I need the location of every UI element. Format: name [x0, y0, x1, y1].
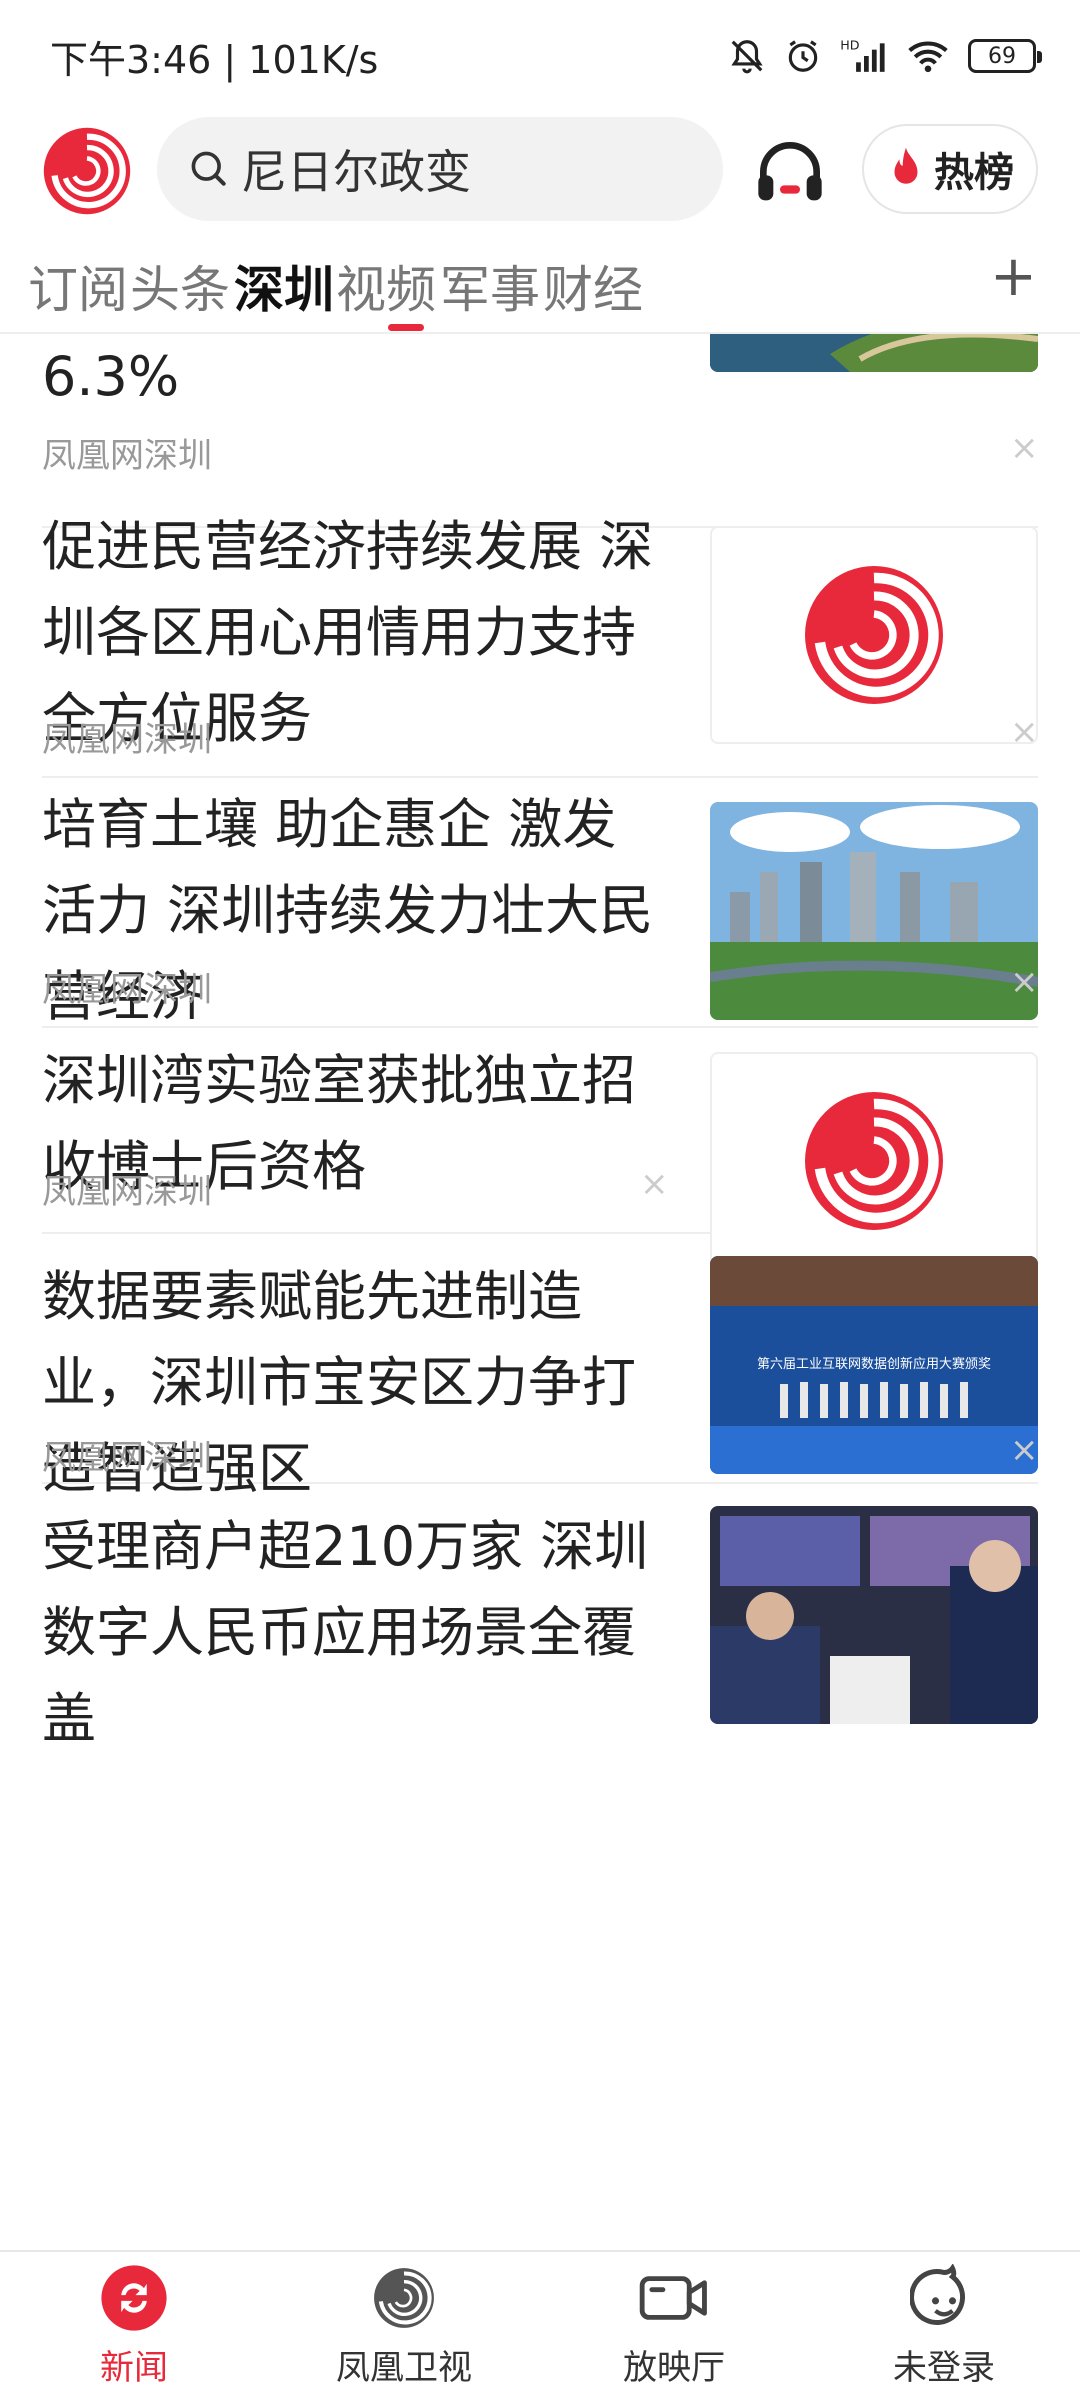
nav-phoenix-tv-label: 凤凰卫视 [336, 2348, 472, 2388]
search-placeholder: 尼日尔政变 [241, 145, 471, 199]
news-thumbnail [710, 802, 1038, 1020]
phoenix-logo-icon[interactable] [42, 126, 132, 216]
news-source: 凤凰网深圳 [42, 436, 212, 476]
dismiss-icon[interactable]: × [1010, 962, 1039, 1002]
tab-finance[interactable]: 财经 [543, 250, 643, 322]
refresh-icon [101, 2265, 167, 2331]
thumbnail-caption: 第六届工业互联网数据创新应用大赛颁奖 [757, 1356, 991, 1372]
phoenix-tv-icon [374, 2268, 434, 2328]
dismiss-icon[interactable]: × [1010, 428, 1039, 468]
nav-news-label: 新闻 [100, 2348, 168, 2388]
nav-cinema-label: 放映厅 [623, 2348, 725, 2388]
news-thumbnail-phoenix-logo [710, 526, 1038, 744]
battery-icon: 69 [968, 39, 1042, 73]
nav-account-label: 未登录 [893, 2348, 995, 2388]
status-bar: 下午3:46 | 101K/s HD 69 [0, 0, 1080, 112]
nav-phoenix-tv[interactable]: 凤凰卫视 [304, 2252, 504, 2400]
hot-list-label: 热榜 [934, 150, 1014, 196]
channel-tabs: 订阅 头条 深圳 视频 军事 财经 + [0, 232, 1080, 334]
status-icons: HD 69 [728, 37, 1042, 75]
dismiss-icon[interactable]: × [1010, 1430, 1039, 1470]
app-header: 尼日尔政变 热榜 [0, 112, 1080, 232]
headphone-icon[interactable] [750, 132, 830, 212]
news-thumbnail: 第六届工业互联网数据创新应用大赛颁奖 [710, 1256, 1038, 1474]
nav-account[interactable]: 未登录 [844, 2252, 1044, 2400]
bottom-navigation: 新闻 凤凰卫视 放映厅 未登录 [0, 2250, 1080, 2400]
tab-video[interactable]: 视频 [336, 250, 436, 322]
dismiss-icon[interactable]: × [640, 1164, 669, 1204]
flame-icon [894, 147, 918, 184]
news-title: 6.3% [42, 345, 180, 408]
news-source: 凤凰网深圳 [42, 1172, 212, 1212]
news-source: 凤凰网深圳 [42, 720, 212, 760]
search-icon [191, 151, 226, 186]
news-title: 受理商户超210万家 深圳数字人民币应用场景全覆盖 [42, 1515, 649, 1750]
news-feed[interactable]: 6.3% 凤凰网深圳 × 促进民营经济持续发展 深圳各区用心用情用力支持全方位服… [0, 334, 1080, 2250]
tab-shenzhen[interactable]: 深圳 [234, 250, 334, 322]
news-item[interactable]: 6.3% 凤凰网深圳 × [42, 334, 1039, 528]
active-tab-indicator [388, 324, 424, 331]
news-source: 凤凰网深圳 [42, 1438, 212, 1478]
news-item[interactable]: 深圳湾实验室获批独立招收博士后资格 凤凰网深圳 × [42, 1028, 1038, 1270]
news-thumbnail [710, 334, 1038, 372]
tab-military[interactable]: 军事 [440, 250, 540, 322]
news-item[interactable]: 数据要素赋能先进制造业，深圳市宝安区力争打造智造强区 第六届工业互联网数据创新应… [42, 1234, 1039, 1500]
dismiss-icon[interactable]: × [1010, 712, 1039, 752]
add-channel-button[interactable]: + [990, 244, 1037, 309]
news-thumbnail [710, 1506, 1038, 1724]
tab-subscribe[interactable]: 订阅 [28, 250, 128, 322]
mute-bell-icon [728, 37, 766, 75]
user-face-icon [910, 2264, 965, 2325]
news-item[interactable]: 培育土壤 助企惠企 激发活力 深圳持续发力壮大民营经济 凤凰网深圳 × [42, 778, 1039, 1028]
signal-hd-icon: HD [840, 37, 888, 75]
news-item[interactable]: 受理商户超210万家 深圳数字人民币应用场景全覆盖 [42, 1484, 1038, 1784]
nav-cinema[interactable]: 放映厅 [574, 2252, 774, 2400]
svg-text:HD: HD [840, 38, 859, 53]
hot-list-button[interactable]: 热榜 [862, 124, 1038, 214]
news-item[interactable]: 促进民营经济持续发展 深圳各区用心用情用力支持全方位服务 凤凰网深圳 × [42, 515, 1039, 778]
tab-headlines[interactable]: 头条 [130, 250, 230, 322]
status-time-speed: 下午3:46 | 101K/s [50, 37, 379, 82]
video-camera-icon [639, 2276, 707, 2320]
search-input[interactable]: 尼日尔政变 [157, 117, 723, 221]
nav-news[interactable]: 新闻 [34, 2252, 234, 2400]
alarm-icon [784, 37, 822, 75]
wifi-icon [906, 37, 950, 75]
news-source: 凤凰网深圳 [42, 970, 212, 1010]
